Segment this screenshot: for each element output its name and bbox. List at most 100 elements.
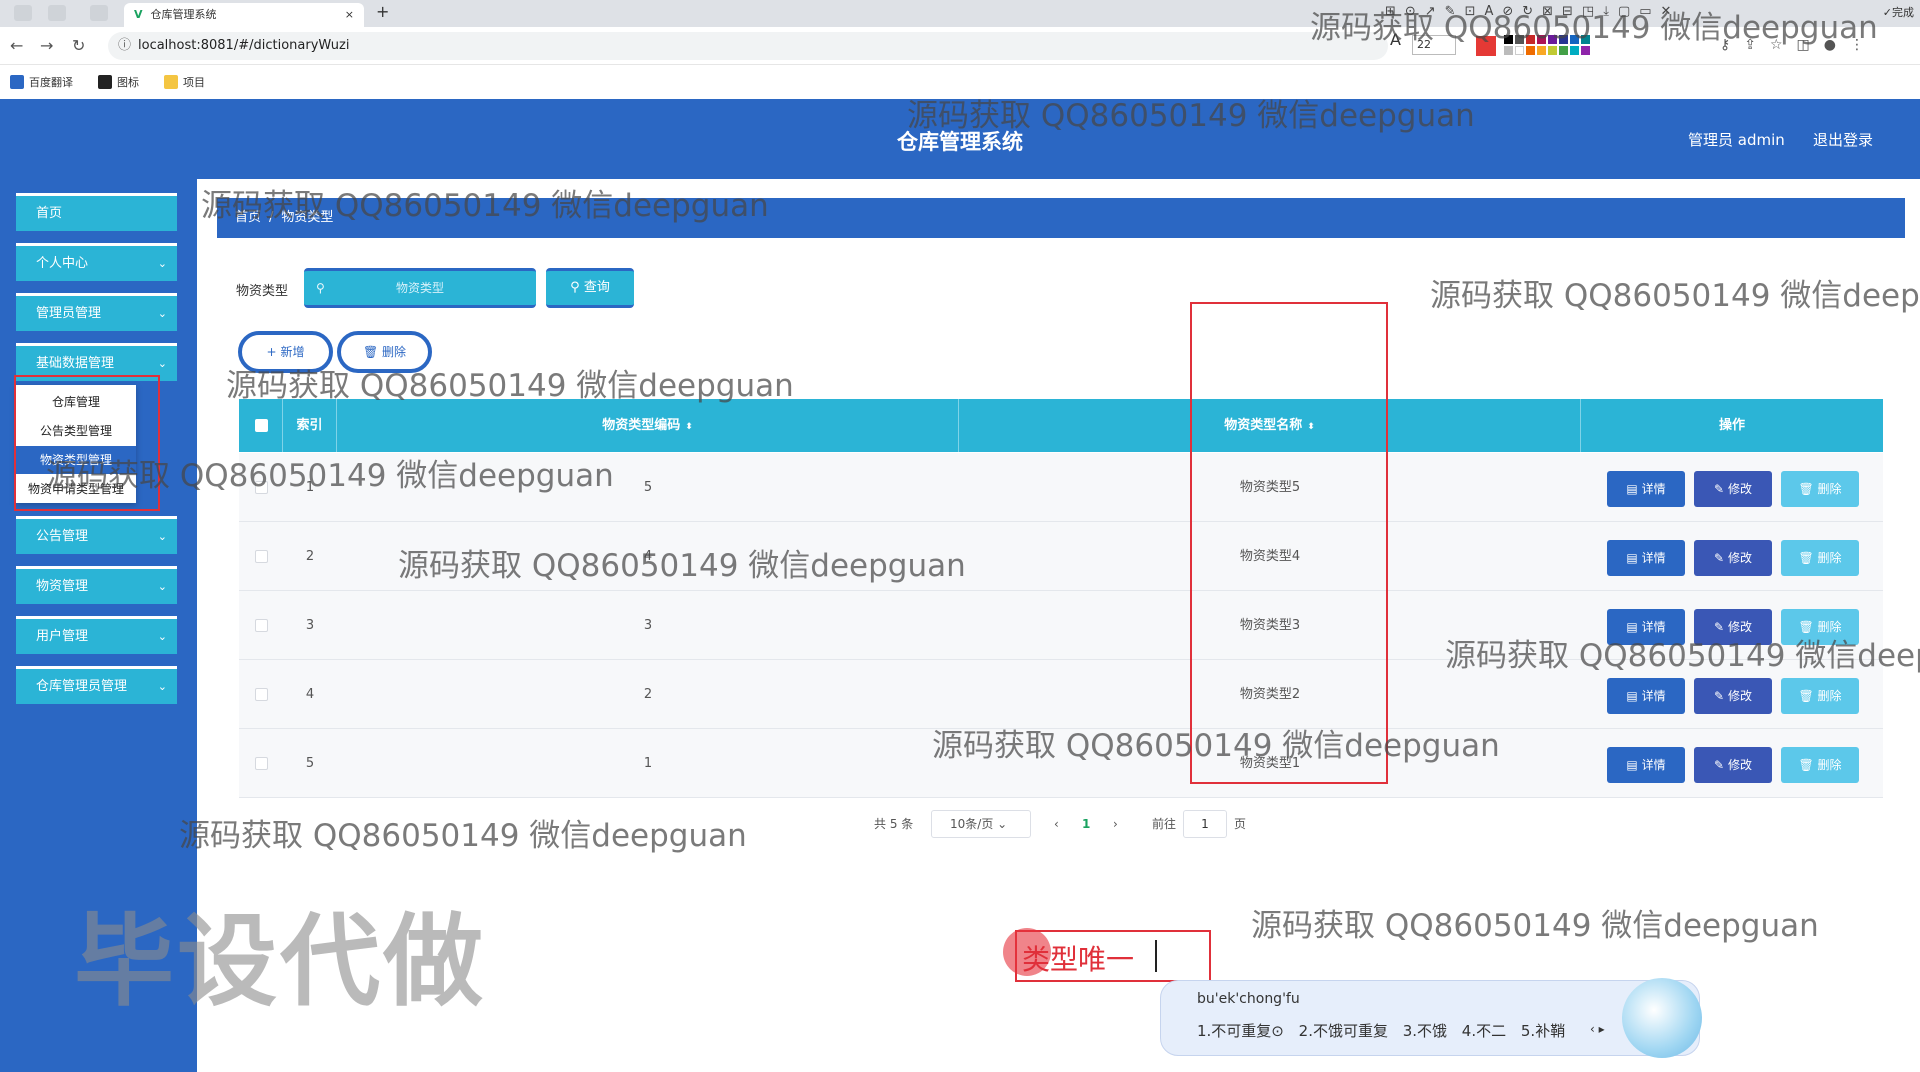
pencil-icon: ✎ bbox=[1714, 689, 1725, 703]
sidebar-item-notice-management[interactable]: 公告管理 ⌄ bbox=[16, 516, 177, 554]
bookmark-item[interactable]: 项目 bbox=[164, 74, 205, 90]
query-button[interactable]: ⚲ 查询 bbox=[546, 268, 634, 308]
close-icon[interactable]: × bbox=[345, 3, 354, 27]
reload-icon[interactable]: ↻ bbox=[72, 36, 85, 55]
browser-tab-active[interactable]: V 仓库管理系统 × bbox=[124, 3, 364, 27]
th-operations: 操作 bbox=[1718, 418, 1745, 433]
table-header: 索引 物资类型编码 ⬍ 物资类型名称 ⬍ 操作 bbox=[239, 399, 1883, 452]
row-checkbox[interactable] bbox=[255, 688, 268, 701]
document-icon: ▤ bbox=[1626, 482, 1638, 496]
watermark: 源码获取 QQ86050149 微信deepguan bbox=[932, 728, 1500, 764]
image-icon bbox=[98, 75, 112, 89]
page-number-current[interactable]: 1 bbox=[1082, 810, 1090, 838]
chevron-down-icon: ⌄ bbox=[157, 580, 167, 593]
logout-link[interactable]: 退出登录 bbox=[1813, 129, 1873, 150]
pinned-tab[interactable] bbox=[90, 5, 108, 21]
vue-logo-icon: V bbox=[134, 8, 143, 21]
watermark: 源码获取 QQ86050149 微信deepguan bbox=[1251, 908, 1819, 944]
delete-button[interactable]: 🗑 删除 bbox=[1781, 747, 1859, 783]
cell-code: 1 bbox=[643, 756, 653, 771]
goto-page-input[interactable]: 1 bbox=[1183, 810, 1227, 838]
address-bar[interactable]: ⓘ localhost:8081/#/dictionaryWuzi bbox=[108, 32, 1388, 60]
sort-icon[interactable]: ⬍ bbox=[685, 422, 693, 432]
pagination-total: 共 5 条 bbox=[874, 817, 914, 831]
search-icon: ⚲ bbox=[316, 281, 325, 295]
sidebar-item-user-management[interactable]: 用户管理 ⌄ bbox=[16, 616, 177, 654]
th-index: 索引 bbox=[283, 399, 337, 452]
row-checkbox[interactable] bbox=[255, 757, 268, 770]
detail-button[interactable]: ▤ 详情 bbox=[1607, 540, 1685, 576]
cell-index: 3 bbox=[305, 618, 315, 633]
detail-button[interactable]: ▤ 详情 bbox=[1607, 747, 1685, 783]
goto-label: 前往 bbox=[1152, 817, 1177, 831]
ime-candidates[interactable]: 1.不可重复⊙ 2.不饿可重复 3.不饿 4.不二 5.补鞘 bbox=[1197, 1020, 1565, 1041]
th-code[interactable]: 物资类型编码 ⬍ bbox=[337, 399, 959, 452]
cell-index: 2 bbox=[305, 549, 315, 564]
watermark: 源码获取 QQ86050149 微信deepguan bbox=[226, 368, 794, 404]
current-user: 管理员 admin bbox=[1688, 131, 1785, 149]
text-cursor bbox=[1155, 940, 1157, 972]
sidebar-item-home[interactable]: 首页 bbox=[16, 193, 177, 231]
info-icon: ⓘ bbox=[118, 38, 132, 53]
document-icon: ▤ bbox=[1626, 689, 1638, 703]
search-label: 物资类型 bbox=[236, 284, 289, 299]
pinned-tab[interactable] bbox=[48, 5, 66, 21]
document-icon: ▤ bbox=[1626, 551, 1638, 565]
ime-page-arrows[interactable]: ‹ ▸ bbox=[1590, 1022, 1605, 1036]
bookmark-item[interactable]: 百度翻译 bbox=[10, 74, 73, 90]
cell-code: 2 bbox=[643, 687, 653, 702]
search-icon: ⚲ bbox=[570, 280, 580, 295]
watermark: 源码获取 QQ86050149 微信deepguan bbox=[398, 548, 966, 584]
trash-icon: 🗑 bbox=[1798, 689, 1814, 703]
bookmark-item[interactable]: 图标 bbox=[98, 74, 139, 90]
watermark: 源码获取 QQ86050149 微信deepguan bbox=[1430, 278, 1920, 314]
new-tab-button[interactable]: + bbox=[376, 2, 389, 21]
delete-button[interactable]: 🗑 删除 bbox=[1781, 540, 1859, 576]
watermark: 源码获取 QQ86050149 微信deepguan bbox=[1310, 10, 1878, 46]
chevron-down-icon: ⌄ bbox=[157, 257, 167, 270]
watermark: 源码获取 QQ86050149 微信deepguan bbox=[907, 98, 1475, 134]
search-input[interactable]: ⚲ 物资类型 bbox=[304, 268, 536, 308]
sidebar-item-warehouse-admin[interactable]: 仓库管理员管理 ⌄ bbox=[16, 666, 177, 704]
chevron-down-icon: ⌄ bbox=[157, 630, 167, 643]
sidebar-item-admin-management[interactable]: 管理员管理 ⌄ bbox=[16, 293, 177, 331]
chevron-down-icon: ⌄ bbox=[997, 817, 1008, 831]
pencil-icon: ✎ bbox=[1714, 551, 1725, 565]
watermark: 源码获取 QQ86050149 微信deepguan bbox=[1445, 638, 1920, 674]
done-button[interactable]: ✓完成 bbox=[1883, 4, 1914, 20]
delete-button[interactable]: 🗑 删除 bbox=[1781, 471, 1859, 507]
page-size-select[interactable]: 10条/页 ⌄ bbox=[931, 810, 1031, 838]
ime-logo-icon bbox=[1622, 978, 1702, 1058]
trash-icon: 🗑 bbox=[1798, 482, 1814, 496]
watermark: 源码获取 QQ86050149 微信deepguan bbox=[201, 188, 769, 224]
forward-arrow-icon[interactable]: → bbox=[40, 36, 53, 55]
trash-icon: 🗑 bbox=[1798, 758, 1814, 772]
sidebar-item-personal-center[interactable]: 个人中心 ⌄ bbox=[16, 243, 177, 281]
th-checkbox bbox=[239, 399, 283, 452]
plus-icon: + bbox=[266, 345, 277, 359]
detail-button[interactable]: ▤ 详情 bbox=[1607, 678, 1685, 714]
edit-button[interactable]: ✎ 修改 bbox=[1694, 747, 1772, 783]
ime-composition: bu'ek'chong'fu bbox=[1197, 991, 1300, 1007]
chevron-down-icon: ⌄ bbox=[157, 307, 167, 320]
folder-icon bbox=[164, 75, 178, 89]
watermark: 源码获取 QQ86050149 微信deepguan bbox=[179, 818, 747, 854]
watermark: 源码获取 QQ86050149 微信deepguan bbox=[46, 458, 614, 494]
delete-button[interactable]: 🗑 删除 bbox=[1781, 678, 1859, 714]
back-arrow-icon[interactable]: ← bbox=[10, 36, 23, 55]
edit-button[interactable]: ✎ 修改 bbox=[1694, 540, 1772, 576]
document-icon: ▤ bbox=[1626, 758, 1638, 772]
row-checkbox[interactable] bbox=[255, 619, 268, 632]
sidebar-item-material-management[interactable]: 物资管理 ⌄ bbox=[16, 566, 177, 604]
url-text: localhost:8081/#/dictionaryWuzi bbox=[138, 38, 350, 53]
cell-index: 5 bbox=[305, 756, 315, 771]
detail-button[interactable]: ▤ 详情 bbox=[1607, 471, 1685, 507]
annotation-text: 类型唯一 bbox=[1022, 943, 1135, 976]
edit-button[interactable]: ✎ 修改 bbox=[1694, 678, 1772, 714]
promo-watermark: 毕设代做 bbox=[74, 903, 486, 1020]
prev-page-button[interactable]: ‹ bbox=[1054, 810, 1059, 838]
edit-button[interactable]: ✎ 修改 bbox=[1694, 471, 1772, 507]
browser-icon[interactable] bbox=[14, 5, 32, 21]
row-checkbox[interactable] bbox=[255, 550, 268, 563]
next-page-button[interactable]: › bbox=[1113, 810, 1118, 838]
